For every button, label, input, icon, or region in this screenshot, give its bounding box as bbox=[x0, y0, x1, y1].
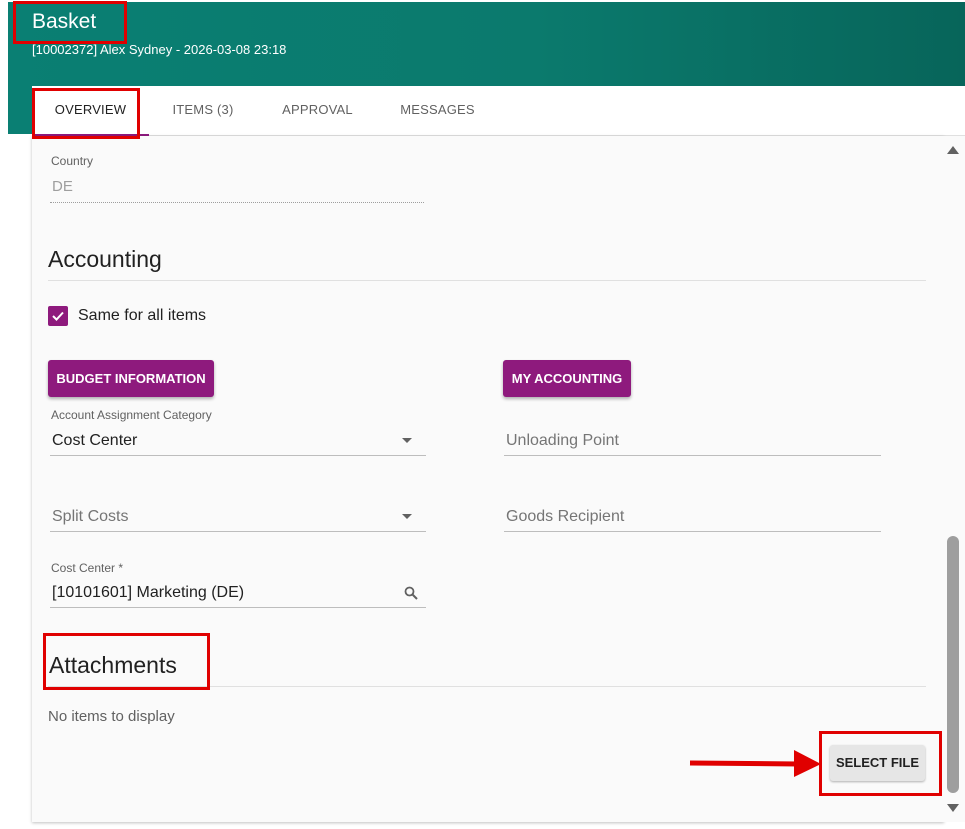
tab-messages[interactable]: MESSAGES bbox=[389, 86, 486, 134]
tab-approval[interactable]: APPROVAL bbox=[270, 86, 365, 134]
chevron-down-icon[interactable] bbox=[402, 514, 412, 519]
country-label: Country bbox=[51, 154, 94, 168]
accounting-divider bbox=[48, 280, 926, 281]
assignment-category-label: Account Assignment Category bbox=[51, 408, 212, 422]
unloading-point-underline bbox=[504, 455, 881, 456]
same-for-all-label[interactable]: Same for all items bbox=[78, 307, 206, 325]
country-underline bbox=[50, 202, 424, 203]
annotation-box-attachments bbox=[43, 633, 210, 690]
annotation-box-overview-tab bbox=[32, 88, 140, 139]
unloading-point-input[interactable]: Unloading Point bbox=[506, 432, 619, 450]
budget-information-button[interactable]: BUDGET INFORMATION bbox=[48, 360, 214, 397]
tab-bar: OVERVIEW ITEMS (3) APPROVAL MESSAGES bbox=[32, 86, 965, 136]
goods-recipient-input[interactable]: Goods Recipient bbox=[506, 508, 624, 526]
attachments-empty-text: No items to display bbox=[48, 708, 175, 725]
same-for-all-checkbox[interactable] bbox=[48, 306, 68, 326]
scrollbar-thumb[interactable] bbox=[947, 536, 959, 793]
overview-card: Country DE Accounting Same for all items… bbox=[32, 136, 944, 822]
my-accounting-button[interactable]: MY ACCOUNTING bbox=[503, 360, 631, 397]
tab-items[interactable]: ITEMS (3) bbox=[158, 86, 248, 134]
assignment-category-underline bbox=[50, 455, 426, 456]
split-costs-underline bbox=[50, 531, 426, 532]
annotation-box-title bbox=[13, 1, 127, 44]
accounting-heading: Accounting bbox=[48, 246, 162, 272]
page-subtitle: [10002372] Alex Sydney - 2026-03-08 23:1… bbox=[32, 42, 287, 57]
cost-center-input[interactable]: [10101601] Marketing (DE) bbox=[52, 584, 244, 602]
arrow-annotation-icon bbox=[689, 750, 821, 777]
search-icon[interactable] bbox=[404, 586, 418, 600]
scroll-down-arrow-icon[interactable] bbox=[947, 804, 959, 812]
annotation-box-select-file bbox=[819, 731, 942, 796]
split-costs-select[interactable]: Split Costs bbox=[52, 508, 128, 526]
checkmark-icon bbox=[52, 311, 64, 321]
assignment-category-select[interactable]: Cost Center bbox=[52, 432, 137, 450]
cost-center-underline bbox=[50, 607, 426, 608]
chevron-down-icon[interactable] bbox=[402, 438, 412, 443]
goods-recipient-underline bbox=[504, 531, 881, 532]
cost-center-label: Cost Center * bbox=[51, 561, 124, 575]
scroll-up-arrow-icon[interactable] bbox=[947, 146, 959, 154]
country-value: DE bbox=[52, 178, 73, 195]
